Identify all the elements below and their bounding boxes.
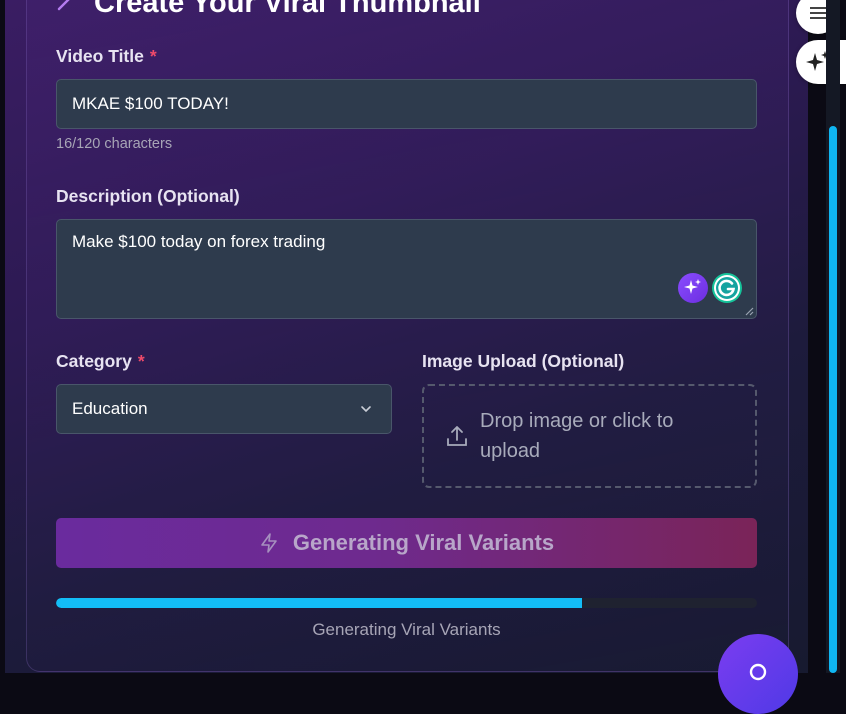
resize-handle-icon[interactable] [745,307,754,316]
form-heading-text: Create Your Viral Thumbnail [94,0,481,19]
list-icon [810,7,826,19]
image-dropzone[interactable]: Drop image or click to upload [422,384,757,488]
video-title-input[interactable]: MKAE $100 TODAY! [56,79,757,129]
dropzone-prompt: Drop image or click to upload [480,410,674,462]
progress-label: Generating Viral Variants [312,620,501,639]
scrollbar-thumb[interactable] [829,126,837,673]
generate-button[interactable]: Generating Viral Variants [56,518,757,568]
category-selected-value: Education [72,399,148,418]
image-upload-label: Image Upload (Optional) [422,351,625,371]
category-select[interactable]: Education [56,384,392,434]
chevron-down-icon [361,406,371,413]
progress-fill [56,598,582,608]
grammarly-icon[interactable] [712,273,742,303]
description-textarea[interactable]: Make $100 today on forex trading [56,219,757,319]
sparkles-icon[interactable] [678,273,708,303]
progress-bar [56,598,757,608]
search-icon [749,663,767,681]
description-value: Make $100 today on forex trading [72,232,326,251]
form-heading: Create Your Viral Thumbnail [56,0,481,20]
floating-search-button[interactable] [718,634,798,714]
title-character-counter: 16/120 characters [56,136,173,152]
upload-icon [447,426,467,446]
lightning-icon [261,533,277,553]
category-label: Category * [56,351,145,371]
magic-wand-icon [56,0,82,20]
video-title-value: MKAE $100 TODAY! [72,94,229,113]
generate-button-label: Generating Viral Variants [292,530,555,555]
video-title-label: Video Title * [56,46,157,66]
description-label: Description (Optional) [56,186,240,206]
